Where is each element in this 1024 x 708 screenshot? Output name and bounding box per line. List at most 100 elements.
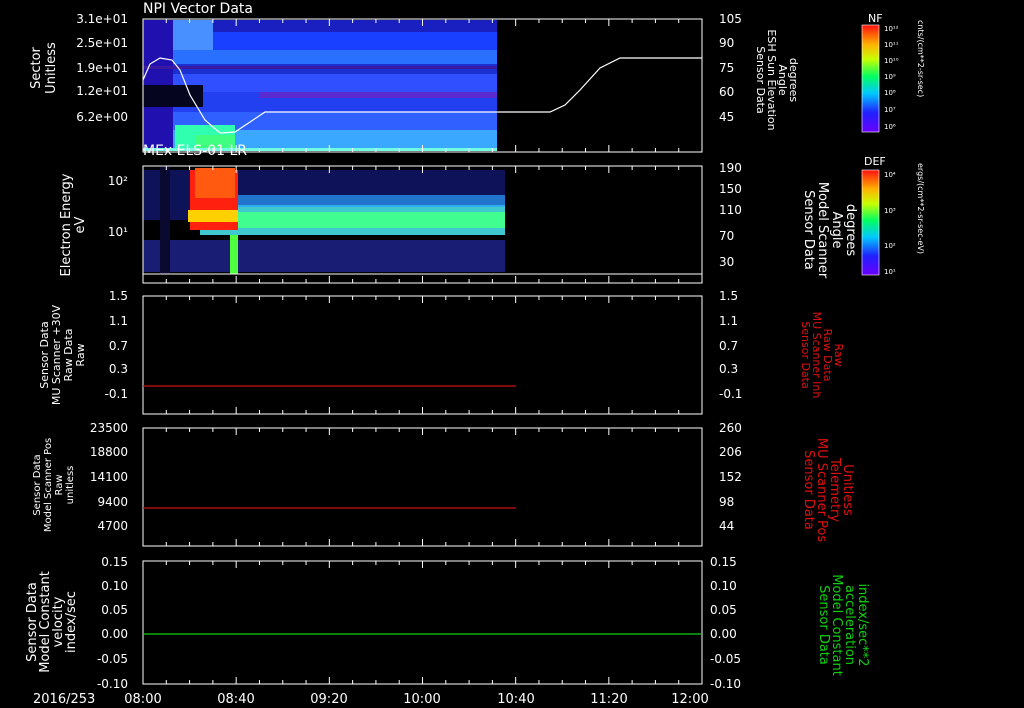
svg-text:Sensor Data: Sensor Data <box>801 450 816 530</box>
p5-right-tick: 0.00 <box>710 627 737 641</box>
p5-left-tick: 0.00 <box>101 627 128 641</box>
svg-text:eV: eV <box>73 216 88 233</box>
els-heatmap <box>143 167 505 274</box>
p1-left-tick: 3.1e+01 <box>76 12 128 26</box>
svg-text:Model Constant: Model Constant <box>829 574 844 676</box>
svg-text:Electron Energy: Electron Energy <box>59 173 74 276</box>
p3-right-ylabel: Sensor Data MU Scanner Inh Raw Data Raw <box>799 312 845 399</box>
panel-3-frame <box>142 295 703 415</box>
p4-left-tick: 23500 <box>90 421 128 435</box>
p3-right-tick: 1.1 <box>719 314 738 328</box>
svg-text:degrees: degrees <box>787 58 800 103</box>
svg-text:Telemetry: Telemetry <box>827 457 842 522</box>
npi-heatmap <box>143 20 497 151</box>
svg-text:Unitless: Unitless <box>44 42 59 94</box>
p5-left-tick: 0.10 <box>101 579 128 593</box>
p1-right-tick: 45 <box>719 110 734 124</box>
panel-1-title: NPI Vector Data <box>143 1 253 17</box>
svg-text:index/sec: index/sec <box>64 591 79 653</box>
svg-text:acceleration: acceleration <box>842 585 857 665</box>
svg-text:10¹⁰: 10¹⁰ <box>884 57 899 65</box>
svg-text:10⁴: 10⁴ <box>884 171 896 179</box>
svg-text:Sensor Data: Sensor Data <box>801 190 816 270</box>
svg-text:Raw: Raw <box>832 343 845 366</box>
p5-right-tick: 0.15 <box>710 555 737 569</box>
svg-text:degrees: degrees <box>843 204 858 257</box>
p2-right-tick: 150 <box>719 182 742 196</box>
svg-text:10¹²: 10¹² <box>884 25 899 33</box>
p4-right-ylabel: Sensor Data MU Scanner Pos Telemetry Uni… <box>801 438 855 543</box>
p4-left-ylabel: Sensor Data Model Scanner Pos Raw unitle… <box>32 438 76 532</box>
p1-right-tick: 90 <box>719 36 734 50</box>
p5-left-ylabel: Sensor Data Model Constant velocity inde… <box>25 571 79 673</box>
panel-4-frame <box>142 427 703 547</box>
p5-left-tick: 0.05 <box>101 603 128 617</box>
p3-left-tick: 0.3 <box>109 362 128 376</box>
svg-text:10¹¹: 10¹¹ <box>884 41 899 49</box>
p5-right-tick: 0.10 <box>710 579 737 593</box>
svg-text:DEF: DEF <box>864 155 886 168</box>
p3-right-tick: -0.1 <box>719 387 742 401</box>
p1-right-tick: 60 <box>719 85 734 99</box>
p1-right-tick: 105 <box>719 12 742 26</box>
p3-left-tick: -0.1 <box>105 387 128 401</box>
p5-right-tick: 0.05 <box>710 603 737 617</box>
p2-right-tick: 190 <box>719 161 742 175</box>
svg-text:index/sec**2: index/sec**2 <box>855 583 870 666</box>
svg-text:10²: 10² <box>884 242 896 250</box>
p4-left-tick: 14100 <box>90 470 128 484</box>
p1-left-tick: 1.9e+01 <box>76 61 128 75</box>
p4-left-tick: 9400 <box>97 495 128 509</box>
p3-left-tick: 1.1 <box>109 314 128 328</box>
time-axis: 2016/253 08:00 08:40 09:20 10:00 10:40 1… <box>33 692 709 707</box>
p5-left-tick: 0.15 <box>101 555 128 569</box>
p1-right-tick: 75 <box>719 61 734 75</box>
p4-right-tick: 98 <box>719 495 734 509</box>
p5-right-tick: -0.05 <box>710 652 741 666</box>
date-label: 2016/253 <box>33 692 95 707</box>
panel-mu-scanner-30v: 1.5 1.1 0.7 0.3 -0.1 1.5 1.1 0.7 0.3 -0.… <box>38 289 845 415</box>
svg-text:Sensor Data: Sensor Data <box>816 585 831 665</box>
svg-text:cnts/(cm**2-sr-sec): cnts/(cm**2-sr-sec) <box>916 20 925 97</box>
p2-right-ylabel: Sensor Data Model Scanner Angle degrees <box>801 182 858 279</box>
svg-text:Model Scanner Pos: Model Scanner Pos <box>43 438 54 532</box>
time-tick: 09:20 <box>310 692 347 707</box>
svg-text:Unitless: Unitless <box>840 464 855 516</box>
p4-right-tick: 260 <box>719 421 742 435</box>
panel-model-constant: 0.15 0.10 0.05 0.00 -0.05 -0.10 0.15 0.1… <box>25 555 870 691</box>
svg-text:Raw: Raw <box>74 343 87 366</box>
p1-left-tick: 6.2e+00 <box>76 110 128 124</box>
p4-left-tick: 18800 <box>90 445 128 459</box>
p2-right-tick: 70 <box>719 229 734 243</box>
panel-5-frame <box>142 560 703 685</box>
p1-left-tick: 2.5e+01 <box>76 36 128 50</box>
panel-2-title: MEx ELS-01 LR <box>143 143 247 159</box>
svg-text:10³: 10³ <box>884 207 896 215</box>
svg-text:Sensor Data: Sensor Data <box>32 454 43 515</box>
time-tick: 10:40 <box>497 692 534 707</box>
p5-left-tick: -0.05 <box>97 652 128 666</box>
p5-right-ylabel: Sensor Data Model Constant acceleration … <box>816 574 870 676</box>
p2-left-tick: 10² <box>108 174 128 188</box>
svg-text:Sector: Sector <box>29 46 44 88</box>
time-tick: 08:00 <box>124 692 161 707</box>
time-tick: 08:40 <box>217 692 254 707</box>
svg-text:ergs/(cm**2-sr-sec-eV): ergs/(cm**2-sr-sec-eV) <box>916 163 925 254</box>
panel-npi-vector: NPI Vector Data 3.1e+01 2.5e+01 1.9e+01 … <box>29 1 925 153</box>
p1-left-tick: 1.2e+01 <box>76 84 128 98</box>
p2-left-ylabel: Electron Energy eV <box>59 173 88 276</box>
p2-right-tick: 110 <box>719 203 742 217</box>
p3-right-tick: 0.7 <box>719 339 738 353</box>
svg-text:Angle: Angle <box>829 212 844 249</box>
p3-right-tick: 1.5 <box>719 289 738 303</box>
svg-text:10¹: 10¹ <box>884 268 896 276</box>
p1-left-ylabel: Sector Unitless <box>29 42 59 94</box>
panel-scanner-pos: 23500 18800 14100 9400 4700 260 206 152 … <box>32 421 855 547</box>
svg-text:10⁶: 10⁶ <box>884 123 896 131</box>
p4-right-tick: 44 <box>719 519 734 533</box>
svg-text:Raw: Raw <box>54 474 65 495</box>
panel-mex-els: MEx ELS-01 LR 10² 10¹ 190 150 110 70 30 … <box>59 143 925 284</box>
p3-left-ylabel: Sensor Data MU Scanner +30V Raw Data Raw <box>38 304 87 405</box>
p5-left-tick: -0.10 <box>97 677 128 691</box>
p3-right-tick: 0.3 <box>719 362 738 376</box>
